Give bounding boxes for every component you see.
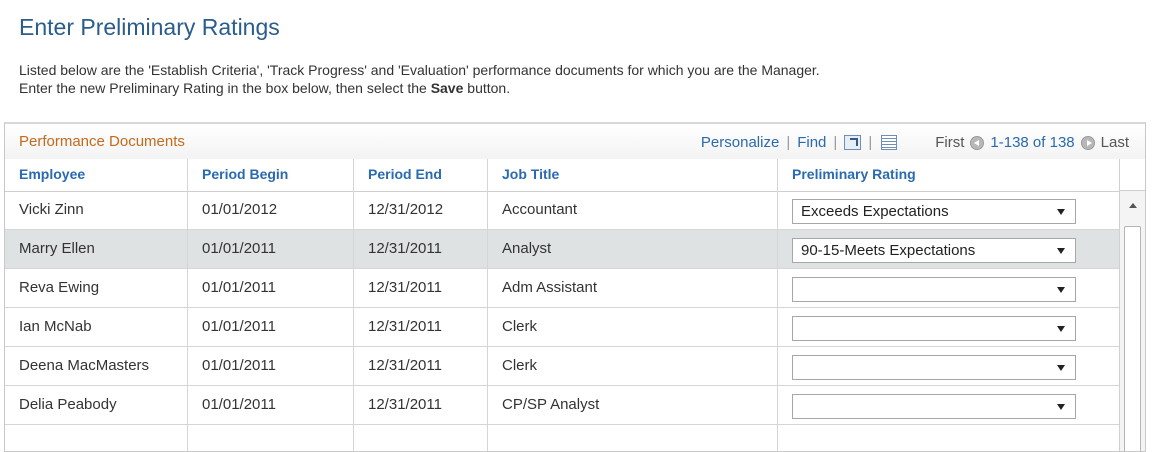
table-row: Deena MacMasters 01/01/2011 12/31/2011 C… [5,347,1119,386]
column-header-employee[interactable]: Employee [5,159,188,191]
period-end-cell: 12/31/2012 [354,191,488,229]
preliminary-rating-select[interactable] [792,316,1076,341]
scrollbar-thumb[interactable] [1124,226,1141,451]
last-label[interactable]: Last [1101,134,1129,151]
find-link[interactable]: Find [797,134,826,151]
period-begin-cell: 01/01/2011 [188,230,354,268]
row-range: 1-138 of 138 [990,134,1075,151]
scroll-up-icon[interactable] [1129,203,1137,208]
personalize-link[interactable]: Personalize [701,134,779,151]
table-row: Ian McNab 01/01/2011 12/31/2011 Clerk [5,308,1119,347]
preliminary-rating-select[interactable] [792,355,1076,380]
performance-documents-grid: Performance Documents Personalize | Find… [4,122,1146,452]
instructions: Listed below are the 'Establish Criteria… [19,61,820,97]
employee-cell: Vicki Zinn [5,191,188,229]
employee-cell: Marry Ellen [5,230,188,268]
grid-navigation: Personalize | Find | | First 1-138 of 13… [701,134,1129,151]
employee-cell [5,425,188,451]
instructions-line-1: Listed below are the 'Establish Criteria… [19,62,820,78]
dropdown-arrow-icon [1057,326,1065,332]
period-begin-cell: 01/01/2011 [188,386,354,424]
selected-rating: Exceeds Expectations [801,203,949,220]
table-row [5,425,1119,451]
column-header-job-title[interactable]: Job Title [488,159,778,191]
period-begin-cell: 01/01/2011 [188,347,354,385]
preliminary-rating-select[interactable] [792,394,1076,419]
period-end-cell: 12/31/2011 [354,347,488,385]
employee-cell: Reva Ewing [5,269,188,307]
column-header-period-begin[interactable]: Period Begin [188,159,354,191]
period-end-cell [354,425,488,451]
vertical-scrollbar[interactable] [1119,191,1145,451]
dropdown-arrow-icon [1057,248,1065,254]
dropdown-arrow-icon [1057,404,1065,410]
instructions-line-2-end: button. [463,80,511,96]
save-word: Save [430,80,464,96]
period-end-cell: 12/31/2011 [354,308,488,346]
nav-separator: | [833,134,838,151]
period-begin-cell: 01/01/2011 [188,308,354,346]
column-header-period-end[interactable]: Period End [354,159,488,191]
period-begin-cell: 01/01/2012 [188,191,354,229]
dropdown-arrow-icon [1057,209,1065,215]
zoom-grid-icon[interactable] [844,135,862,150]
column-header-preliminary-rating[interactable]: Preliminary Rating [778,159,1119,191]
job-title-cell: Clerk [488,308,778,346]
column-header-row: Employee Period Begin Period End Job Tit… [5,159,1119,192]
next-arrow-icon[interactable] [1080,135,1095,150]
nav-separator: | [868,134,873,151]
employee-cell: Ian McNab [5,308,188,346]
instructions-line-2-start: Enter the new Preliminary Rating in the … [19,80,431,96]
job-title-cell: Adm Assistant [488,269,778,307]
job-title-cell: CP/SP Analyst [488,386,778,424]
grid-header: Performance Documents Personalize | Find… [5,124,1145,159]
preliminary-rating-select[interactable]: Exceeds Expectations [792,199,1076,224]
header-corner [1119,159,1145,191]
job-title-cell [488,425,778,451]
period-end-cell: 12/31/2011 [354,269,488,307]
preliminary-rating-select[interactable]: 90-15-Meets Expectations [792,238,1076,263]
dropdown-arrow-icon [1057,365,1065,371]
selected-rating: 90-15-Meets Expectations [801,242,976,259]
nav-separator: | [786,134,791,151]
dropdown-arrow-icon [1057,287,1065,293]
first-label[interactable]: First [935,134,964,151]
page-title: Enter Preliminary Ratings [19,14,280,40]
previous-arrow-icon[interactable] [970,135,985,150]
table-row: Marry Ellen 01/01/2011 12/31/2011 Analys… [5,230,1119,269]
job-title-cell: Analyst [488,230,778,268]
period-end-cell: 12/31/2011 [354,386,488,424]
period-begin-cell: 01/01/2011 [188,269,354,307]
preliminary-rating-select[interactable] [792,277,1076,302]
job-title-cell: Clerk [488,347,778,385]
table-row: Vicki Zinn 01/01/2012 12/31/2012 Account… [5,191,1119,230]
employee-cell: Delia Peabody [5,386,188,424]
period-end-cell: 12/31/2011 [354,230,488,268]
job-title-cell: Accountant [488,191,778,229]
table-row: Reva Ewing 01/01/2011 12/31/2011 Adm Ass… [5,269,1119,308]
grid-title: Performance Documents [19,133,185,150]
instructions-line-2: Enter the new Preliminary Rating in the … [19,79,820,97]
employee-cell: Deena MacMasters [5,347,188,385]
download-to-excel-icon[interactable] [881,135,898,150]
table-row: Delia Peabody 01/01/2011 12/31/2011 CP/S… [5,386,1119,425]
period-begin-cell [188,425,354,451]
